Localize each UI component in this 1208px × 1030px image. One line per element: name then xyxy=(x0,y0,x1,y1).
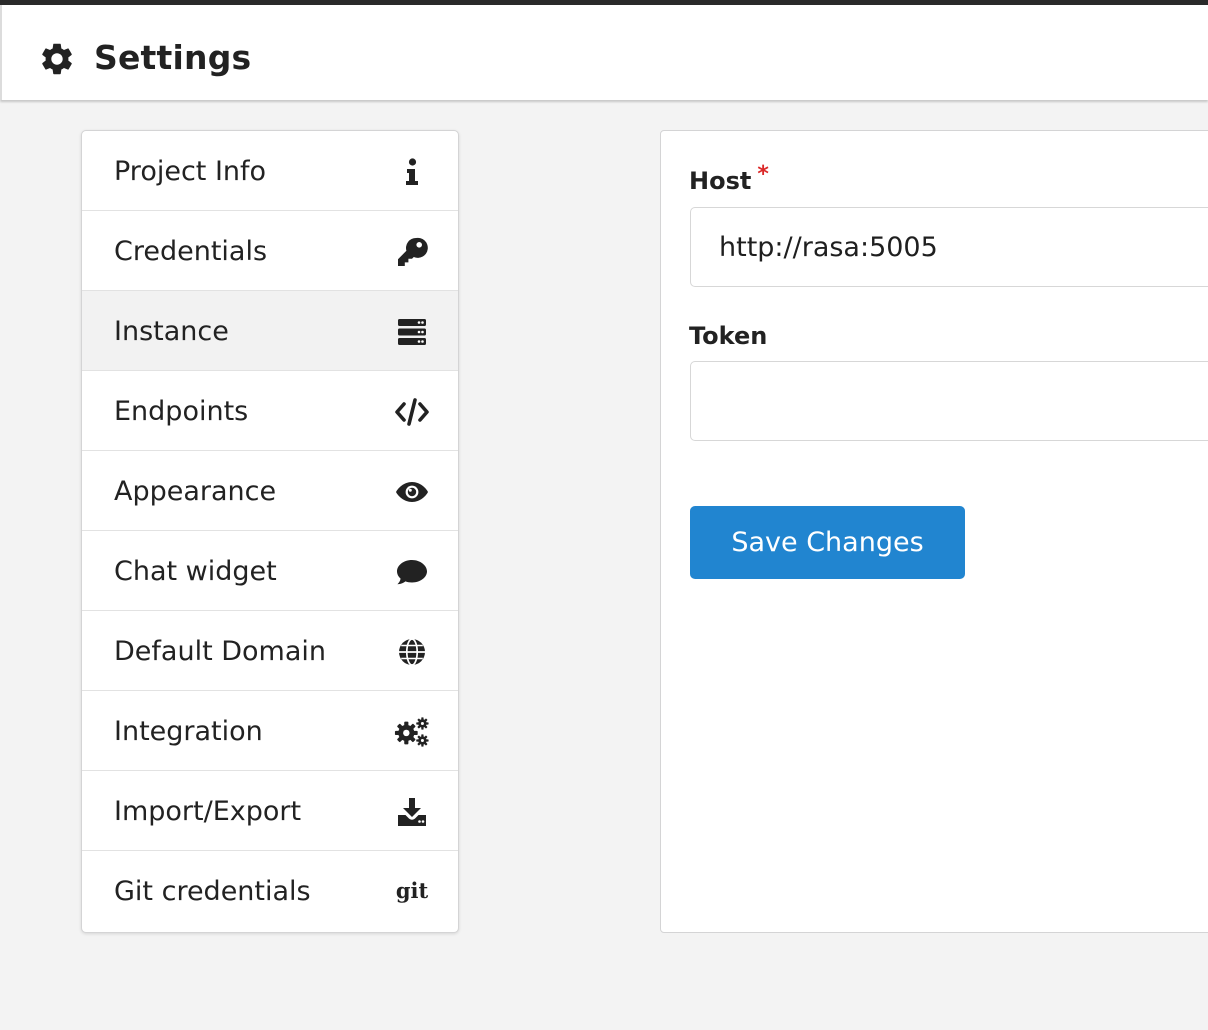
save-changes-button[interactable]: Save Changes xyxy=(690,506,965,579)
menu-item-chat-widget[interactable]: Chat widget xyxy=(82,531,458,611)
menu-item-credentials[interactable]: Credentials xyxy=(82,211,458,291)
menu-item-endpoints[interactable]: Endpoints xyxy=(82,371,458,451)
menu-item-label: Import/Export xyxy=(114,796,302,827)
comment-icon xyxy=(394,555,430,589)
host-input[interactable] xyxy=(690,207,1208,287)
required-mark: * xyxy=(757,162,769,187)
git-icon: git xyxy=(394,875,430,909)
eye-icon xyxy=(394,475,430,509)
menu-item-label: Project Info xyxy=(114,156,267,187)
cogs-icon xyxy=(394,715,430,749)
menu-item-import-export[interactable]: Import/Export xyxy=(82,771,458,851)
menu-item-default-domain[interactable]: Default Domain xyxy=(82,611,458,691)
server-icon xyxy=(394,315,430,349)
menu-item-label: Chat widget xyxy=(114,556,277,587)
menu-item-appearance[interactable]: Appearance xyxy=(82,451,458,531)
menu-item-label: Appearance xyxy=(114,476,277,507)
globe-icon xyxy=(394,635,430,669)
page-header: Settings xyxy=(0,5,1208,100)
menu-item-label: Endpoints xyxy=(114,396,249,427)
key-icon xyxy=(394,235,430,269)
gear-icon xyxy=(38,40,76,78)
settings-menu: Project Info Credentials Instance Endpoi… xyxy=(81,130,459,933)
menu-item-label: Instance xyxy=(114,316,229,347)
host-label-text: Host xyxy=(689,167,752,195)
token-input[interactable] xyxy=(690,361,1208,441)
instance-settings-panel: Host* Token Save Changes xyxy=(660,130,1208,933)
host-label: Host * xyxy=(689,162,769,195)
menu-item-project-info[interactable]: Project Info xyxy=(82,131,458,211)
page-title: Settings xyxy=(94,38,252,77)
token-label: Token xyxy=(689,322,767,350)
menu-item-instance[interactable]: Instance xyxy=(82,291,458,371)
menu-item-git-credentials[interactable]: Git credentials git xyxy=(82,851,458,931)
menu-item-label: Git credentials xyxy=(114,876,311,907)
token-label-text: Token xyxy=(689,322,768,350)
menu-item-label: Integration xyxy=(114,716,263,747)
menu-item-integration[interactable]: Integration xyxy=(82,691,458,771)
download-icon xyxy=(394,795,430,829)
code-icon xyxy=(394,395,430,429)
menu-item-label: Default Domain xyxy=(114,636,327,667)
info-icon xyxy=(394,155,430,189)
git-icon-text: git xyxy=(395,877,429,903)
menu-item-label: Credentials xyxy=(114,236,268,267)
